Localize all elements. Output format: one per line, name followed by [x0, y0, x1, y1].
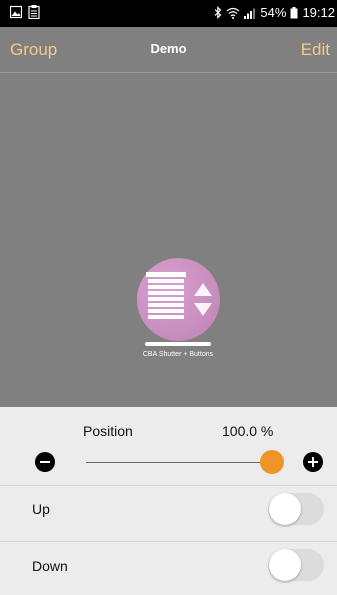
shutter-with-arrows-icon: [146, 272, 212, 319]
page-title: Demo: [150, 41, 187, 56]
down-label: Down: [32, 558, 68, 574]
divider: [0, 541, 337, 542]
battery-icon: [290, 6, 298, 18]
up-label: Up: [32, 501, 50, 517]
increase-position-button[interactable]: [303, 452, 323, 472]
image-icon: [10, 5, 22, 19]
position-value: 100.0 %: [222, 423, 274, 439]
toggle-knob: [269, 549, 301, 581]
up-toggle[interactable]: [268, 493, 324, 525]
status-bar: 54% 19:12: [0, 0, 337, 27]
device-underline: [145, 342, 211, 346]
decrease-position-button[interactable]: [35, 452, 55, 472]
nav-bar: Group Demo Edit: [0, 27, 337, 73]
clipboard-icon: [28, 5, 40, 19]
device-tile[interactable]: [137, 258, 220, 341]
device-label: CBA Shutter + Buttons: [142, 351, 214, 358]
clock: 19:12: [302, 5, 335, 20]
control-panel: Position 100.0 % Up Down: [0, 407, 337, 595]
signal-icon: [244, 8, 256, 19]
wifi-icon: [227, 7, 240, 19]
slider-thumb[interactable]: [260, 450, 284, 474]
position-label: Position: [83, 423, 133, 439]
status-bar-left: [10, 5, 40, 19]
app-screen: 54% 19:12 Group Demo Edit CBA Shutter + …: [0, 0, 337, 595]
down-toggle[interactable]: [268, 549, 324, 581]
edit-button[interactable]: Edit: [301, 40, 330, 60]
slider-fill: [86, 462, 272, 463]
toggle-knob: [269, 493, 301, 525]
bluetooth-icon: [214, 6, 222, 19]
status-bar-right: 54% 19:12: [214, 5, 335, 20]
battery-percent: 54%: [260, 5, 287, 20]
divider: [0, 485, 337, 486]
position-slider[interactable]: [86, 450, 284, 474]
